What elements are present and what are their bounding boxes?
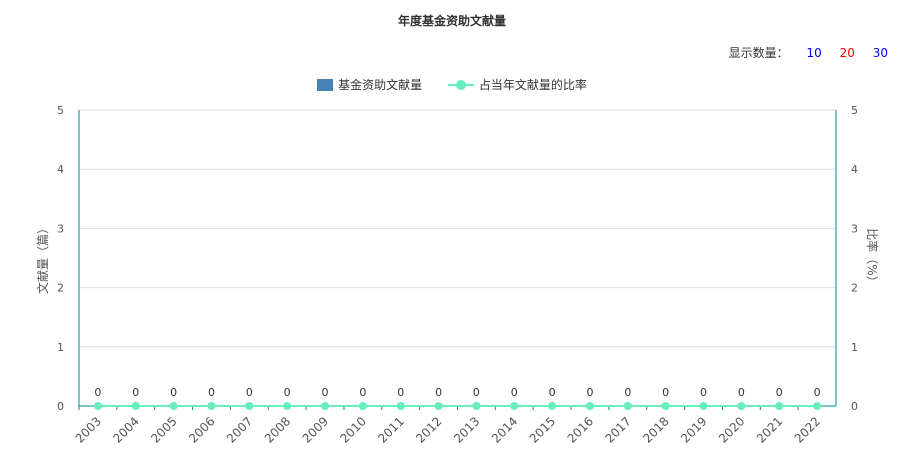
line-point (661, 402, 670, 410)
data-label: 0 (322, 386, 329, 399)
x-tick-label: 2003 (73, 414, 104, 445)
data-label: 0 (435, 386, 442, 399)
data-label: 0 (397, 386, 404, 399)
line-point (510, 402, 519, 410)
data-label: 0 (738, 386, 745, 399)
data-label: 0 (359, 386, 366, 399)
y-tick-label-left: 0 (57, 400, 64, 413)
y-axis-title-right: 比率（%） (865, 228, 880, 287)
y-tick-label-left: 4 (57, 163, 64, 176)
data-label: 0 (586, 386, 593, 399)
y-tick-label-left: 3 (57, 222, 64, 235)
x-tick-label: 2004 (110, 414, 141, 445)
x-tick-label: 2007 (224, 414, 255, 445)
x-tick-label: 2009 (300, 414, 331, 445)
data-label: 0 (624, 386, 631, 399)
y-tick-label-right: 0 (851, 400, 858, 413)
line-point (775, 402, 784, 410)
line-point (283, 402, 292, 410)
line-point (321, 402, 330, 410)
line-point (207, 402, 216, 410)
line-point (623, 402, 632, 410)
line-point (169, 402, 178, 410)
line-point (93, 402, 102, 410)
y-tick-label-right: 2 (851, 282, 858, 295)
data-label: 0 (208, 386, 215, 399)
y-tick-label-right: 5 (851, 104, 858, 117)
x-tick-label: 2010 (337, 414, 368, 445)
line-point (245, 402, 254, 410)
chart-plot: 0 01 12 23 34 45 5文献量（篇） 比率（%）2003 2004 2005 2006 2… (35, 104, 880, 446)
line-point (434, 402, 443, 410)
line-point (131, 402, 140, 410)
data-label: 0 (549, 386, 556, 399)
x-tick-label: 2011 (375, 414, 406, 445)
y-axis-title-left: 文献量（篇） (35, 222, 50, 294)
y-tick-label-left: 5 (57, 104, 64, 117)
x-tick-label: 2005 (148, 414, 179, 445)
x-tick-label: 2018 (640, 414, 671, 445)
data-label: 0 (246, 386, 253, 399)
x-tick-label: 2012 (413, 414, 444, 445)
x-tick-label: 2021 (754, 414, 785, 445)
x-tick-label: 2019 (678, 414, 709, 445)
y-tick-label-left: 2 (57, 282, 64, 295)
x-tick-label: 2017 (602, 414, 633, 445)
x-tick-label: 2013 (451, 414, 482, 445)
line-point (813, 402, 822, 410)
line-point (737, 402, 746, 410)
data-label: 0 (132, 386, 139, 399)
x-tick-label: 2014 (489, 414, 520, 445)
data-label: 0 (94, 386, 101, 399)
line-point (396, 402, 405, 410)
data-label: 0 (814, 386, 821, 399)
data-label: 0 (700, 386, 707, 399)
y-tick-label-right: 1 (851, 341, 858, 354)
data-label: 0 (284, 386, 291, 399)
x-tick-label: 2006 (186, 414, 217, 445)
line-point (585, 402, 594, 410)
y-tick-label-left: 1 (57, 341, 64, 354)
line-point (548, 402, 557, 410)
y-tick-label-right: 4 (851, 163, 858, 176)
data-label: 0 (511, 386, 518, 399)
line-point (358, 402, 367, 410)
data-label: 0 (170, 386, 177, 399)
x-tick-label: 2015 (527, 414, 558, 445)
x-tick-label: 2016 (565, 414, 596, 445)
data-label: 0 (662, 386, 669, 399)
x-tick-label: 2022 (792, 414, 823, 445)
y-tick-label-right: 3 (851, 222, 858, 235)
x-tick-label: 2008 (262, 414, 293, 445)
data-label: 0 (776, 386, 783, 399)
line-point (472, 402, 481, 410)
data-label: 0 (473, 386, 480, 399)
line-point (699, 402, 708, 410)
x-tick-label: 2020 (716, 414, 747, 445)
